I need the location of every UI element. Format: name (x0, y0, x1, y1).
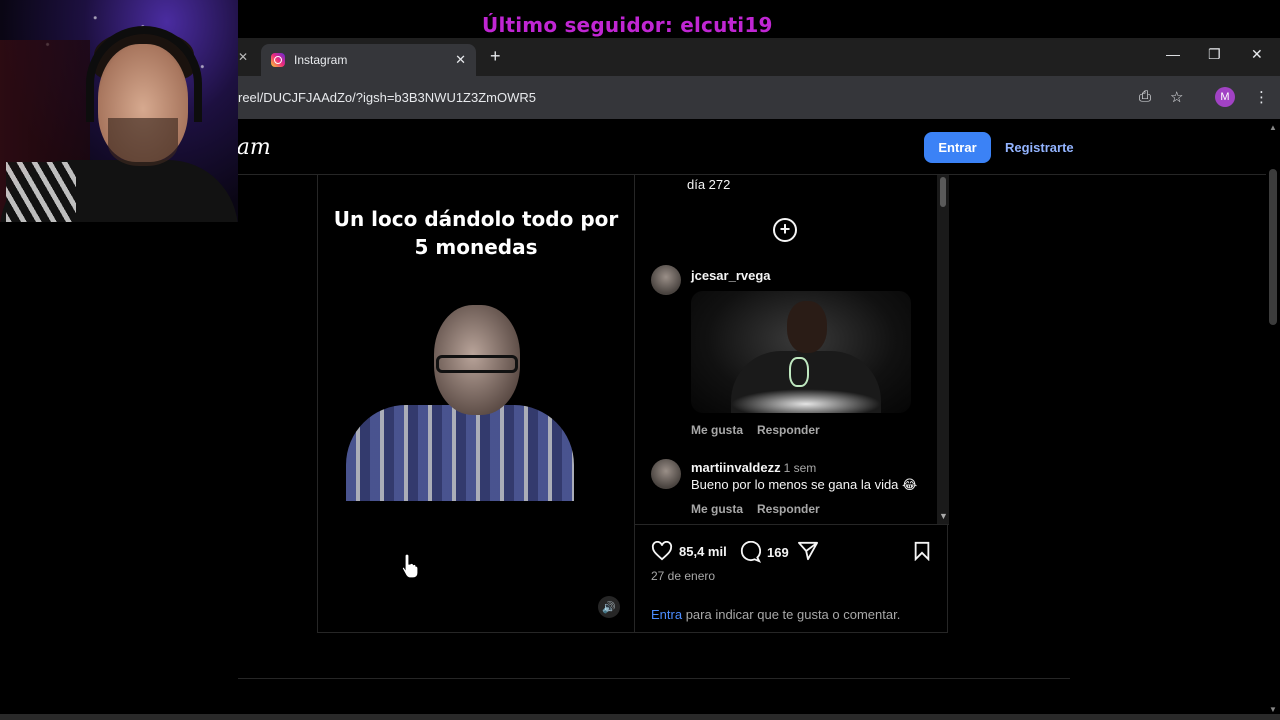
like-comment-button[interactable]: Me gusta (691, 502, 743, 516)
comment-username[interactable]: jcesar_rvega (691, 268, 771, 283)
load-more-comments-icon[interactable]: + (773, 218, 797, 242)
comment-bubble-icon (740, 541, 761, 563)
minimize-button[interactable]: — (1166, 46, 1180, 62)
address-bar: reel/DUCJFJAAdZo/?igsh=b3B3NWU1Z3ZmOWR5 … (238, 76, 1280, 119)
instagram-logo[interactable]: Instagram (238, 135, 271, 160)
instagram-favicon-icon (271, 53, 285, 67)
login-prompt: Entra para indicar que te gusta o coment… (651, 607, 900, 622)
avatar[interactable] (651, 265, 681, 295)
taskbar-strip (0, 714, 1280, 720)
comment-button[interactable]: 169 (739, 541, 789, 563)
hand-cursor-icon (401, 553, 419, 579)
comment-actions: Me gusta Responder (691, 502, 834, 516)
browser-menu-icon[interactable]: ⋮ (1254, 88, 1269, 106)
login-prompt-text: para indicar que te gusta o comentar. (682, 607, 901, 622)
comment-text: Bueno por lo menos se gana la vida 😂 (691, 477, 918, 492)
like-button[interactable]: 85,4 mil (651, 541, 727, 561)
comment-username-row: martiinvaldezz 1 sem (691, 460, 816, 475)
tab-title: Instagram (294, 53, 348, 67)
comments-scrollbar[interactable]: ▼ (937, 175, 949, 524)
comment-gif-image (691, 291, 911, 413)
login-button[interactable]: Entrar (924, 132, 991, 163)
bookmark-star-icon[interactable]: ☆ (1170, 88, 1183, 106)
tab-close-icon[interactable]: ✕ (455, 52, 466, 68)
avatar[interactable] (651, 459, 681, 489)
comment-actions: Me gusta Responder (691, 423, 834, 437)
post-actions-bar: 85,4 mil 169 27 de enero Entra para indi… (634, 525, 949, 633)
new-tab-button[interactable]: + (490, 46, 501, 67)
close-icon[interactable]: ✕ (238, 50, 248, 64)
comment-time: 1 sem (783, 461, 817, 475)
window-close-button[interactable]: ✕ (1251, 46, 1263, 63)
comments-count: 169 (767, 544, 789, 560)
stream-follower-banner: Último seguidor: elcuti19 (482, 13, 773, 37)
send-icon (798, 541, 818, 561)
url-field[interactable]: reel/DUCJFJAAdZo/?igsh=b3B3NWU1Z3ZmOWR5 (238, 90, 536, 105)
bookmark-icon (914, 541, 930, 561)
browser-tab-bar: ✕ Instagram ✕ + — ❐ ✕ (238, 38, 1280, 76)
like-comment-button[interactable]: Me gusta (691, 423, 743, 437)
video-caption-line: Un loco dándolo todo por (333, 207, 619, 231)
video-caption-line: 5 monedas (414, 235, 538, 259)
profile-avatar[interactable]: M (1215, 87, 1235, 107)
sound-icon[interactable]: 🔊 (598, 596, 620, 618)
share-button[interactable] (797, 541, 825, 561)
divider (238, 678, 1070, 679)
video-caption: Un loco dándolo todo por 5 monedas (318, 205, 634, 261)
signup-link[interactable]: Registrarte (1005, 140, 1074, 155)
reply-button[interactable]: Responder (757, 502, 820, 516)
save-button[interactable] (913, 541, 937, 561)
instagram-page: Instagram Entrar Registrarte Un loco dán… (238, 119, 1280, 720)
login-link[interactable]: Entra (651, 607, 682, 622)
page-scrollbar[interactable]: ▲ ▼ (1266, 119, 1280, 720)
comment-username[interactable]: martiinvaldezz (691, 460, 781, 475)
reply-button[interactable]: Responder (757, 423, 820, 437)
post-date: 27 de enero (651, 569, 716, 583)
restore-button[interactable]: ❐ (1208, 46, 1221, 63)
reel-video[interactable]: Un loco dándolo todo por 5 monedas 🔊 (318, 175, 634, 632)
tab-instagram[interactable]: Instagram ✕ (261, 44, 476, 76)
instagram-header: Instagram Entrar Registrarte (238, 119, 1268, 175)
webcam-overlay (0, 0, 238, 222)
comments-panel: día 272 + jcesar_rvega Me gusta Responder… (634, 175, 949, 525)
likes-count: 85,4 mil (679, 543, 727, 559)
video-frame-person (346, 305, 576, 505)
comment-text: día 272 (687, 177, 731, 192)
install-app-icon[interactable]: ⎙ (1139, 88, 1151, 105)
heart-icon (651, 541, 673, 561)
